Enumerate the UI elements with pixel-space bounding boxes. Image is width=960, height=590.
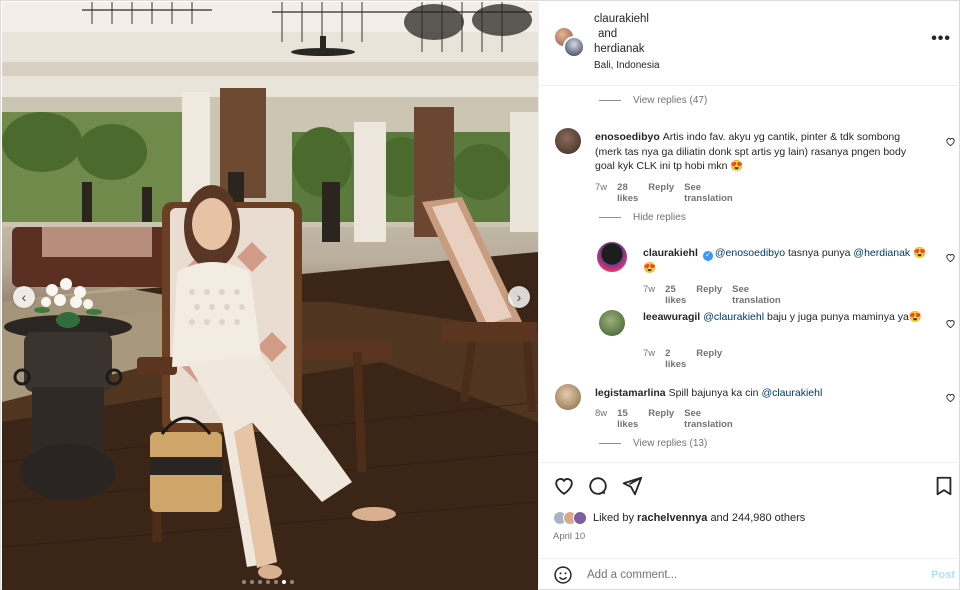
username-link[interactable]: herdianak (594, 42, 649, 57)
comment-time[interactable]: 7w (643, 284, 655, 306)
divider-line (599, 100, 621, 101)
comment-username[interactable]: enosoedibyo (595, 131, 660, 143)
see-translation-button[interactable]: See translation (732, 284, 781, 306)
like-heart-icon[interactable] (553, 475, 575, 497)
carousel-dot[interactable] (266, 580, 270, 584)
comment-bubble-icon[interactable] (587, 475, 609, 497)
reply-button[interactable]: Reply (696, 284, 722, 306)
verified-badge-icon: ✓ (702, 251, 713, 261)
avatar[interactable] (597, 242, 627, 272)
carousel-dot[interactable] (250, 580, 254, 584)
avatar[interactable] (563, 36, 585, 58)
comment-text: claurakiehl ✓ @enosoedibyo tasnya punya @h… (643, 246, 933, 276)
comment-likes[interactable]: 28 likes (617, 182, 638, 204)
comment-meta: 7w 25 likes Reply See translation (643, 284, 781, 306)
comment-likes[interactable]: 2 likes (665, 348, 686, 370)
comment-text: legistamarlina Spill bajunya ka cin @clau… (595, 386, 925, 401)
comment-likes[interactable]: 25 likes (665, 284, 686, 306)
carousel-dot[interactable] (258, 580, 262, 584)
like-comment-heart-icon[interactable] (945, 318, 956, 329)
post-photo[interactable]: ‹ › (2, 2, 538, 590)
comment-likes[interactable]: 15 likes (617, 408, 638, 430)
location-link[interactable]: Bali, Indonesia (594, 60, 660, 71)
like-comment-heart-icon[interactable] (945, 392, 956, 403)
reply-button[interactable]: Reply (648, 182, 674, 204)
comment-username[interactable]: legistamarlina (595, 387, 666, 399)
post-side-panel: claurakiehl and herdianak Bali, Indonesi… (538, 2, 960, 590)
hide-replies-label: Hide replies (633, 212, 686, 223)
add-comment-bar: Post (539, 558, 960, 590)
liker-username[interactable]: rachelvennya (637, 512, 707, 524)
comment-meta: 7w 2 likes Reply (643, 348, 722, 370)
comment-meta: 8w 15 likes Reply See translation (595, 408, 733, 430)
collab-names: claurakiehl and herdianak (594, 12, 649, 57)
divider-line (599, 443, 621, 444)
liked-by-text: Liked by rachelvennya and 244,980 others (593, 512, 805, 524)
liked-by-row: Liked by rachelvennya and 244,980 others (553, 511, 805, 525)
post-actions: Liked by rachelvennya and 244,980 others… (539, 462, 960, 558)
liked-by-label: Liked by (593, 512, 634, 524)
comment-time[interactable]: 8w (595, 408, 607, 430)
mention-link[interactable]: @claurakiehl (761, 387, 822, 399)
comment-time[interactable]: 7w (595, 182, 607, 204)
divider-line (599, 217, 621, 218)
comment-time[interactable]: 7w (643, 348, 655, 370)
prev-photo-button[interactable]: ‹ (13, 286, 35, 308)
comment-body: Spill bajunya ka cin (668, 387, 759, 399)
post-header: claurakiehl and herdianak Bali, Indonesi… (539, 2, 960, 86)
add-comment-input[interactable] (587, 568, 917, 581)
comment-body: tasnya punya (788, 247, 851, 259)
more-options-icon[interactable]: ••• (931, 30, 951, 48)
view-replies-toggle[interactable]: View replies (47) (599, 95, 707, 106)
avatar[interactable] (599, 310, 625, 336)
mention-link[interactable]: @herdianak (853, 247, 910, 259)
like-comment-heart-icon[interactable] (945, 252, 956, 263)
comment-username[interactable]: leeawuragil (643, 311, 700, 323)
share-send-icon[interactable] (621, 475, 643, 497)
collab-avatars[interactable] (553, 26, 585, 58)
save-bookmark-icon[interactable] (933, 475, 955, 497)
comment-body: baju y juga punya maminya ya😍 (766, 311, 922, 323)
like-comment-heart-icon[interactable] (945, 136, 956, 147)
mention-link[interactable]: @enosoedibyo (715, 247, 785, 259)
next-photo-button[interactable]: › (508, 286, 530, 308)
comment-meta: 7w 28 likes Reply See translation (595, 182, 733, 204)
carousel-dot[interactable] (242, 580, 246, 584)
hide-replies-toggle[interactable]: Hide replies (599, 212, 686, 223)
reply-button[interactable]: Reply (696, 348, 722, 370)
view-replies-label: View replies (13) (633, 438, 708, 449)
and-text: and (598, 28, 618, 40)
photo-illustration (2, 2, 538, 590)
avatar[interactable] (573, 511, 587, 525)
likes-count[interactable]: and 244,980 others (710, 512, 805, 524)
avatar[interactable] (555, 384, 581, 410)
post-comment-button[interactable]: Post (931, 569, 955, 581)
username-link[interactable]: claurakiehl (594, 12, 649, 27)
post-dialog: ‹ › claurakiehl and herdianak Bali, Indo… (0, 0, 960, 590)
comments-list[interactable]: View replies (47) enosoedibyo Artis indo … (539, 86, 960, 462)
carousel-dot[interactable] (282, 580, 286, 584)
see-translation-button[interactable]: See translation (684, 182, 733, 204)
reply-button[interactable]: Reply (648, 408, 674, 430)
view-replies-toggle[interactable]: View replies (13) (599, 438, 707, 449)
carousel-dots (242, 580, 294, 584)
mention-link[interactable]: @claurakiehl (703, 311, 764, 323)
avatar[interactable] (555, 128, 581, 154)
emoji-smiley-icon[interactable] (553, 565, 573, 585)
post-date[interactable]: April 10 (553, 531, 585, 542)
see-translation-button[interactable]: See translation (684, 408, 733, 430)
comment-text: enosoedibyo Artis indo fav. akyu yg canti… (595, 130, 925, 174)
view-replies-label: View replies (47) (633, 95, 708, 106)
carousel-dot[interactable] (290, 580, 294, 584)
carousel-dot[interactable] (274, 580, 278, 584)
comment-text: leeawuragil @claurakiehl baju y juga puny… (643, 310, 933, 325)
comment-username[interactable]: claurakiehl (643, 247, 698, 259)
